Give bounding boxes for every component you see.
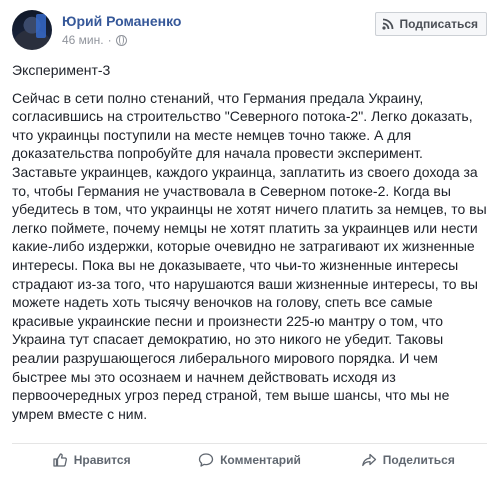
globe-icon[interactable] [115, 34, 127, 46]
meta-separator: · [107, 33, 112, 47]
post-text: Сейчас в сети полно стенаний, что Герман… [12, 89, 487, 422]
subscribe-label: Подписаться [399, 17, 478, 31]
comment-label: Комментарий [220, 453, 301, 467]
comment-button[interactable]: Комментарий [170, 444, 328, 476]
like-label: Нравится [73, 453, 131, 467]
post-meta: 46 мин. · [62, 33, 127, 47]
post-header: Юрий Романенко 46 мин. · Подписаться [12, 10, 487, 50]
comment-icon [198, 453, 214, 467]
rss-icon [381, 18, 393, 30]
thumbs-up-icon [53, 453, 67, 467]
avatar[interactable] [12, 10, 52, 50]
subscribe-button[interactable]: Подписаться [374, 12, 487, 36]
post-title: Эксперимент-3 [12, 62, 111, 78]
share-label: Поделиться [382, 453, 455, 467]
like-button[interactable]: Нравится [12, 444, 170, 476]
post-timestamp[interactable]: 46 мин. [62, 33, 104, 47]
share-button[interactable]: Поделиться [329, 444, 487, 476]
facebook-post: Юрий Романенко 46 мин. · Подписаться Экс… [0, 0, 499, 479]
post-actions: Нравится Комментарий Поделиться [12, 444, 487, 476]
author-name[interactable]: Юрий Романенко [62, 13, 181, 29]
share-icon [361, 453, 376, 467]
post-body: Эксперимент-3 Сейчас в сети полно стенан… [12, 61, 487, 423]
